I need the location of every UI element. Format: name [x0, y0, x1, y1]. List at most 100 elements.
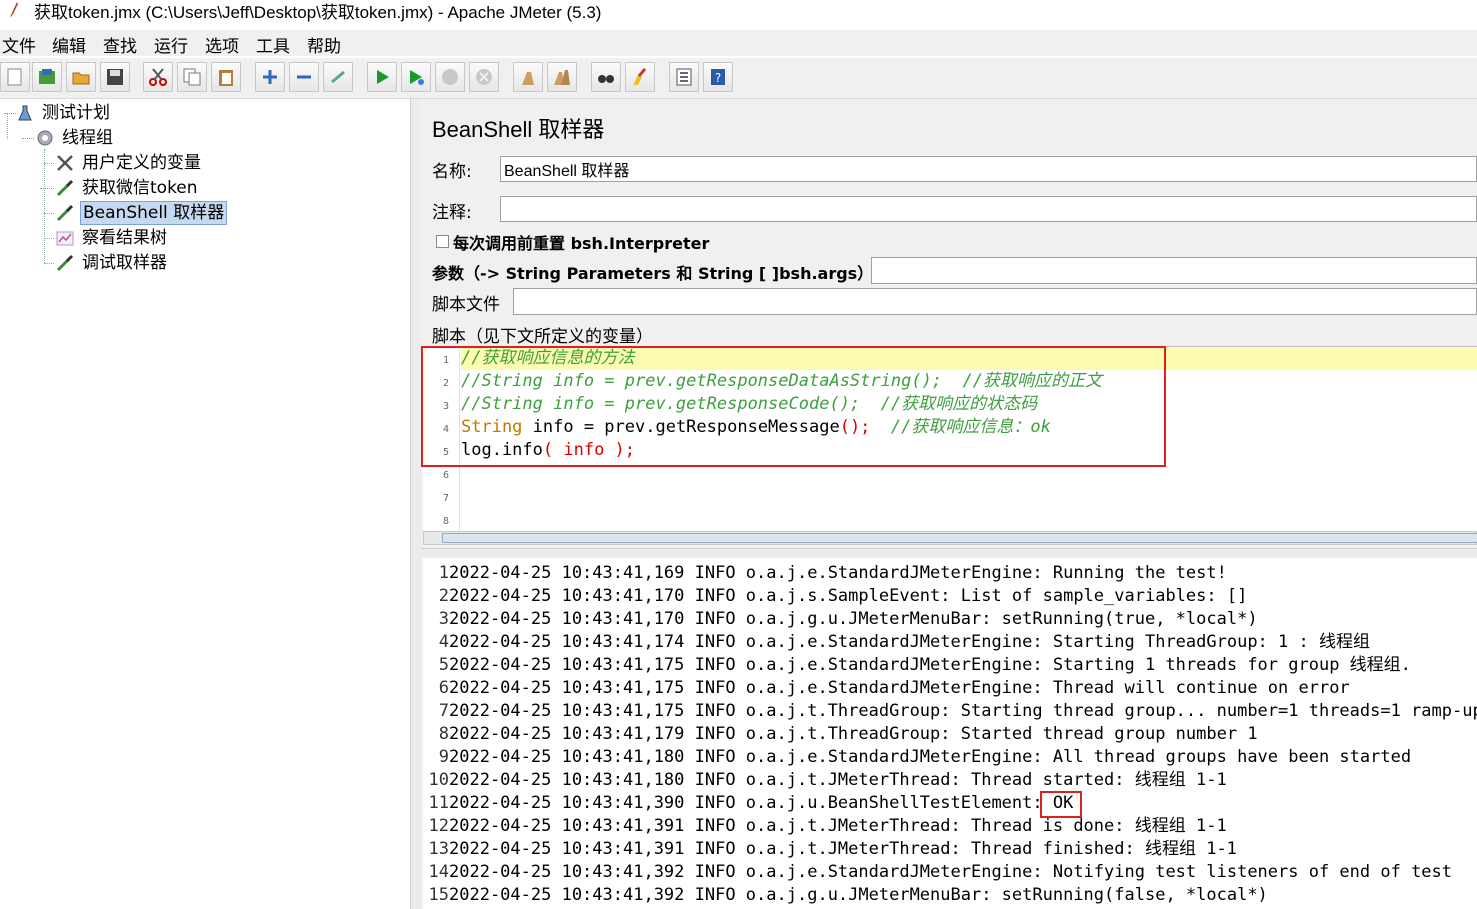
tree-item-label: BeanShell 取样器 [80, 201, 228, 225]
tree-item-label: 察看结果树 [82, 228, 167, 248]
menu-file[interactable]: 文件 [2, 32, 36, 57]
log-line: 102022-04-25 10:43:41,180 INFO o.a.j.t.J… [428, 770, 1227, 790]
tree-line [44, 238, 54, 239]
reset-search-button[interactable] [625, 62, 655, 92]
menu-search[interactable]: 查找 [103, 32, 137, 57]
menu-edit[interactable]: 编辑 [52, 32, 86, 57]
copy-button[interactable] [177, 62, 207, 92]
tree-line [44, 263, 54, 264]
log-line: 152022-04-25 10:43:41,392 INFO o.a.j.g.u… [428, 885, 1268, 905]
paste-icon [219, 70, 233, 86]
menu-options[interactable]: 选项 [205, 32, 239, 57]
name-label: 名称: [432, 162, 472, 182]
shutdown-button[interactable] [469, 62, 499, 92]
log-line: 32022-04-25 10:43:41,170 INFO o.a.j.g.u.… [438, 609, 1258, 629]
start-no-pause-button[interactable] [401, 62, 431, 92]
test-plan-icon [18, 105, 32, 121]
tree-item-label: 调试取样器 [82, 253, 167, 273]
parameters-field[interactable] [871, 257, 1477, 284]
line-number: 8 [442, 516, 449, 527]
copy-icon [183, 68, 201, 86]
help-icon: ? [711, 69, 725, 85]
reset-search-icon [633, 68, 647, 85]
tree-item-label: 获取微信token [82, 178, 198, 198]
script-label: 脚本（见下文所定义的变量） [432, 327, 653, 347]
ok-highlight-box [1040, 791, 1082, 818]
stop-icon [442, 69, 458, 85]
tree-line [44, 163, 54, 164]
tree-line [44, 149, 45, 263]
log-line: 112022-04-25 10:43:41,390 INFO o.a.j.u.B… [428, 793, 1074, 813]
templates-button[interactable] [32, 62, 62, 92]
editor-horizontal-scrollbar[interactable] [423, 531, 1477, 545]
menu-bar: 文件 编辑 查找 运行 选项 工具 帮助 [0, 30, 1477, 57]
script-highlight-box [421, 346, 1166, 467]
search-button[interactable] [591, 62, 621, 92]
function-helper-icon [676, 68, 692, 86]
tools-icon [57, 155, 73, 171]
open-button[interactable] [66, 62, 96, 92]
menu-run[interactable]: 运行 [154, 32, 188, 57]
toggle-button[interactable] [323, 62, 353, 92]
log-line: 92022-04-25 10:43:41,180 INFO o.a.j.e.St… [438, 747, 1412, 767]
pipette-icon [56, 254, 74, 272]
log-line: 52022-04-25 10:43:41,175 INFO o.a.j.e.St… [438, 655, 1411, 675]
reset-interpreter-label: 每次调用前重置 bsh.Interpreter [453, 234, 710, 253]
comment-label: 注释: [432, 203, 472, 223]
test-plan-tree: 测试计划 线程组 用户定义的变量 获取微信token BeanShell 取样器… [0, 99, 410, 909]
clear-all-button[interactable] [547, 62, 577, 92]
toolbar: ? [0, 58, 1477, 99]
collapse-button[interactable] [289, 62, 319, 92]
stop-button[interactable] [435, 62, 465, 92]
tree-line [4, 113, 16, 114]
log-line: 122022-04-25 10:43:41,391 INFO o.a.j.t.J… [428, 816, 1227, 836]
tree-line [40, 188, 54, 189]
log-line: 82022-04-25 10:43:41,179 INFO o.a.j.t.Th… [438, 724, 1258, 744]
help-button[interactable]: ? [703, 62, 733, 92]
save-icon [107, 69, 123, 85]
gear-icon [37, 130, 53, 146]
reset-interpreter-checkbox[interactable] [436, 235, 449, 248]
new-button[interactable] [0, 62, 30, 92]
cut-icon [149, 68, 167, 86]
svg-text:?: ? [715, 71, 721, 85]
comment-field[interactable] [500, 196, 1477, 222]
collapse-icon [297, 75, 311, 79]
paste-button[interactable] [211, 62, 241, 92]
tree-line [22, 138, 34, 139]
log-viewer[interactable]: 12022-04-25 10:43:41,169 INFO o.a.j.e.St… [423, 558, 1477, 909]
script-file-label: 脚本文件 [432, 295, 500, 315]
log-line: 12022-04-25 10:43:41,169 INFO o.a.j.e.St… [438, 563, 1227, 583]
menu-help[interactable]: 帮助 [307, 32, 341, 57]
tree-item-label: 线程组 [62, 128, 113, 148]
clear-button[interactable] [513, 62, 543, 92]
tree-item-label: 用户定义的变量 [82, 153, 201, 173]
pipette-icon [56, 179, 74, 197]
start-button[interactable] [367, 62, 397, 92]
jmeter-feather-icon [10, 2, 18, 18]
log-line: 42022-04-25 10:43:41,174 INFO o.a.j.e.St… [438, 632, 1370, 652]
cut-button[interactable] [143, 62, 173, 92]
window-title: 获取token.jmx (C:\Users\Jeff\Desktop\获取tok… [34, 3, 602, 22]
shutdown-icon [476, 69, 492, 85]
log-line: 22022-04-25 10:43:41,170 INFO o.a.j.s.Sa… [438, 586, 1248, 606]
chart-icon [56, 231, 74, 246]
log-split-divider[interactable] [421, 548, 1477, 557]
menu-tools[interactable]: 工具 [256, 32, 290, 57]
expand-button[interactable] [255, 62, 285, 92]
script-file-field[interactable] [513, 288, 1477, 315]
panel-title: BeanShell 取样器 [432, 117, 605, 142]
expand-icon [263, 70, 277, 84]
log-line: 62022-04-25 10:43:41,175 INFO o.a.j.e.St… [438, 678, 1350, 698]
start-icon [377, 70, 389, 84]
name-field[interactable] [500, 156, 1477, 182]
tree-line [44, 213, 54, 214]
start-no-pause-icon [410, 70, 424, 85]
line-number: 7 [442, 493, 449, 504]
open-icon [72, 72, 90, 85]
scrollbar-thumb[interactable] [442, 533, 1477, 543]
save-button[interactable] [100, 62, 130, 92]
function-helper-button[interactable] [669, 62, 699, 92]
sampler-panel: BeanShell 取样器 名称: 注释: 每次调用前重置 bsh.Interp… [421, 99, 1477, 909]
clear-icon [522, 72, 534, 85]
